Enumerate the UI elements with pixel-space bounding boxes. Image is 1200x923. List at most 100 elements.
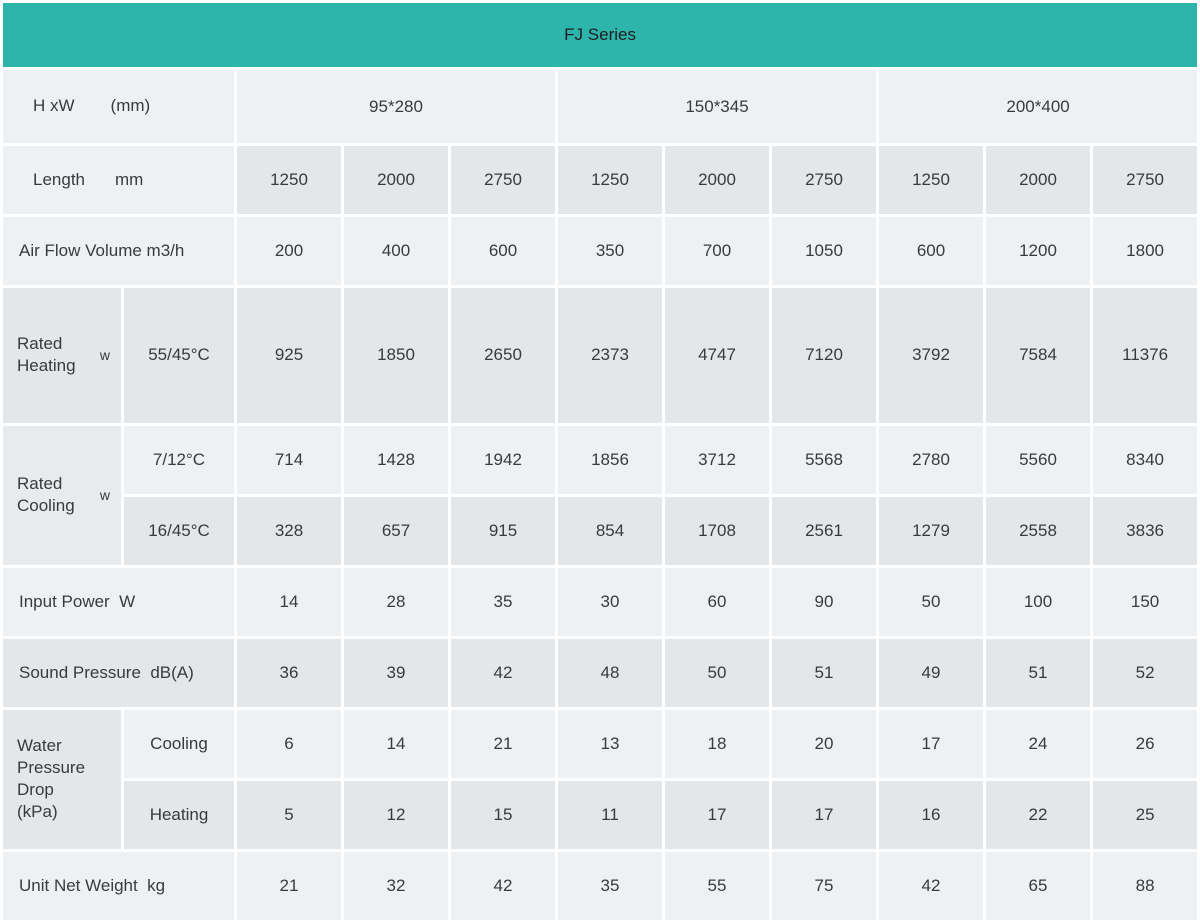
water-pressure-value: 6	[237, 710, 341, 778]
hxw-unit: (mm)	[111, 96, 151, 115]
water-pressure-value: 14	[344, 710, 448, 778]
row-label-rated-cooling: Rated Coolingw	[3, 426, 121, 565]
water-pressure-mode-1: Heating	[124, 781, 234, 849]
rated-heating-value: 2373	[558, 288, 662, 423]
water-pressure-value: 22	[986, 781, 1090, 849]
rated-cooling-value: 328	[237, 497, 341, 565]
water-pressure-value: 17	[772, 781, 876, 849]
input-power-value: 90	[772, 568, 876, 636]
water-pressure-value: 21	[451, 710, 555, 778]
weight-value: 21	[237, 852, 341, 920]
length-value: 1250	[237, 146, 341, 214]
airflow-value: 400	[344, 217, 448, 285]
rated-heating-value: 2650	[451, 288, 555, 423]
row-label-sound-pressure: Sound Pressure dB(A)	[3, 639, 234, 707]
rated-heating-value: 7120	[772, 288, 876, 423]
water-pressure-value: 12	[344, 781, 448, 849]
row-label-airflow: Air Flow Volume m3/h	[3, 217, 234, 285]
rated-heating-label: Rated Heating	[17, 333, 76, 377]
rated-cooling-value: 5560	[986, 426, 1090, 494]
sound-pressure-value: 42	[451, 639, 555, 707]
sound-pressure-value: 49	[879, 639, 983, 707]
fj-series-spec-table: FJ Series H xW (mm) 95*280 150*345 200*40…	[0, 0, 1200, 923]
length-value: 2750	[451, 146, 555, 214]
sound-pressure-value: 39	[344, 639, 448, 707]
rated-cooling-value: 5568	[772, 426, 876, 494]
rated-cooling-value: 854	[558, 497, 662, 565]
input-power-value: 30	[558, 568, 662, 636]
water-pressure-value: 11	[558, 781, 662, 849]
input-power-value: 28	[344, 568, 448, 636]
airflow-value: 600	[451, 217, 555, 285]
weight-value: 65	[986, 852, 1090, 920]
rated-cooling-value: 1428	[344, 426, 448, 494]
rated-cooling-value: 1708	[665, 497, 769, 565]
rated-cooling-value: 714	[237, 426, 341, 494]
rated-heating-value: 7584	[986, 288, 1090, 423]
water-pressure-value: 5	[237, 781, 341, 849]
length-value: 1250	[879, 146, 983, 214]
rated-cooling-value: 2780	[879, 426, 983, 494]
rated-heating-value: 11376	[1093, 288, 1197, 423]
table-title: FJ Series	[3, 3, 1197, 67]
input-power-value: 14	[237, 568, 341, 636]
sound-pressure-value: 48	[558, 639, 662, 707]
rated-cooling-condition-1: 16/45°C	[124, 497, 234, 565]
airflow-value: 700	[665, 217, 769, 285]
rated-heating-value: 4747	[665, 288, 769, 423]
sound-pressure-value: 51	[772, 639, 876, 707]
input-power-value: 100	[986, 568, 1090, 636]
length-value: 2000	[986, 146, 1090, 214]
water-pressure-value: 17	[665, 781, 769, 849]
size-group-0: 95*280	[237, 70, 555, 143]
row-label-input-power: Input Power W	[3, 568, 234, 636]
rated-cooling-value: 1279	[879, 497, 983, 565]
rated-cooling-value: 3836	[1093, 497, 1197, 565]
hxw-label: H xW	[33, 96, 75, 115]
rated-cooling-value: 1856	[558, 426, 662, 494]
water-pressure-value: 17	[879, 710, 983, 778]
water-pressure-value: 26	[1093, 710, 1197, 778]
row-label-rated-heating: Rated Heating w	[3, 288, 121, 423]
sound-pressure-value: 36	[237, 639, 341, 707]
water-pressure-value: 13	[558, 710, 662, 778]
length-value: 1250	[558, 146, 662, 214]
size-group-1: 150*345	[558, 70, 876, 143]
weight-value: 32	[344, 852, 448, 920]
sound-pressure-value: 51	[986, 639, 1090, 707]
water-pressure-value: 20	[772, 710, 876, 778]
input-power-value: 60	[665, 568, 769, 636]
rated-cooling-value: 657	[344, 497, 448, 565]
rated-heating-value: 925	[237, 288, 341, 423]
rated-cooling-condition-0: 7/12°C	[124, 426, 234, 494]
input-power-value: 50	[879, 568, 983, 636]
weight-value: 55	[665, 852, 769, 920]
row-label-water-pressure: Water Pressure Drop (kPa)	[3, 710, 121, 849]
airflow-value: 1050	[772, 217, 876, 285]
rated-heating-value: 1850	[344, 288, 448, 423]
length-value: 2750	[1093, 146, 1197, 214]
airflow-value: 350	[558, 217, 662, 285]
water-pressure-mode-0: Cooling	[124, 710, 234, 778]
airflow-value: 1200	[986, 217, 1090, 285]
size-group-2: 200*400	[879, 70, 1197, 143]
rated-heating-unit: w	[100, 346, 110, 364]
water-pressure-value: 25	[1093, 781, 1197, 849]
length-unit: mm	[115, 170, 143, 189]
sound-pressure-value: 52	[1093, 639, 1197, 707]
rated-heating-condition: 55/45°C	[124, 288, 234, 423]
weight-value: 42	[451, 852, 555, 920]
rated-cooling-value: 915	[451, 497, 555, 565]
length-value: 2000	[665, 146, 769, 214]
weight-value: 75	[772, 852, 876, 920]
rated-cooling-value: 3712	[665, 426, 769, 494]
rated-heating-value: 3792	[879, 288, 983, 423]
rated-cooling-value: 1942	[451, 426, 555, 494]
rated-cooling-value: 2558	[986, 497, 1090, 565]
rated-cooling-value: 8340	[1093, 426, 1197, 494]
length-value: 2750	[772, 146, 876, 214]
water-pressure-value: 16	[879, 781, 983, 849]
water-pressure-value: 15	[451, 781, 555, 849]
water-pressure-value: 18	[665, 710, 769, 778]
row-label-hxw: H xW (mm)	[3, 70, 234, 143]
